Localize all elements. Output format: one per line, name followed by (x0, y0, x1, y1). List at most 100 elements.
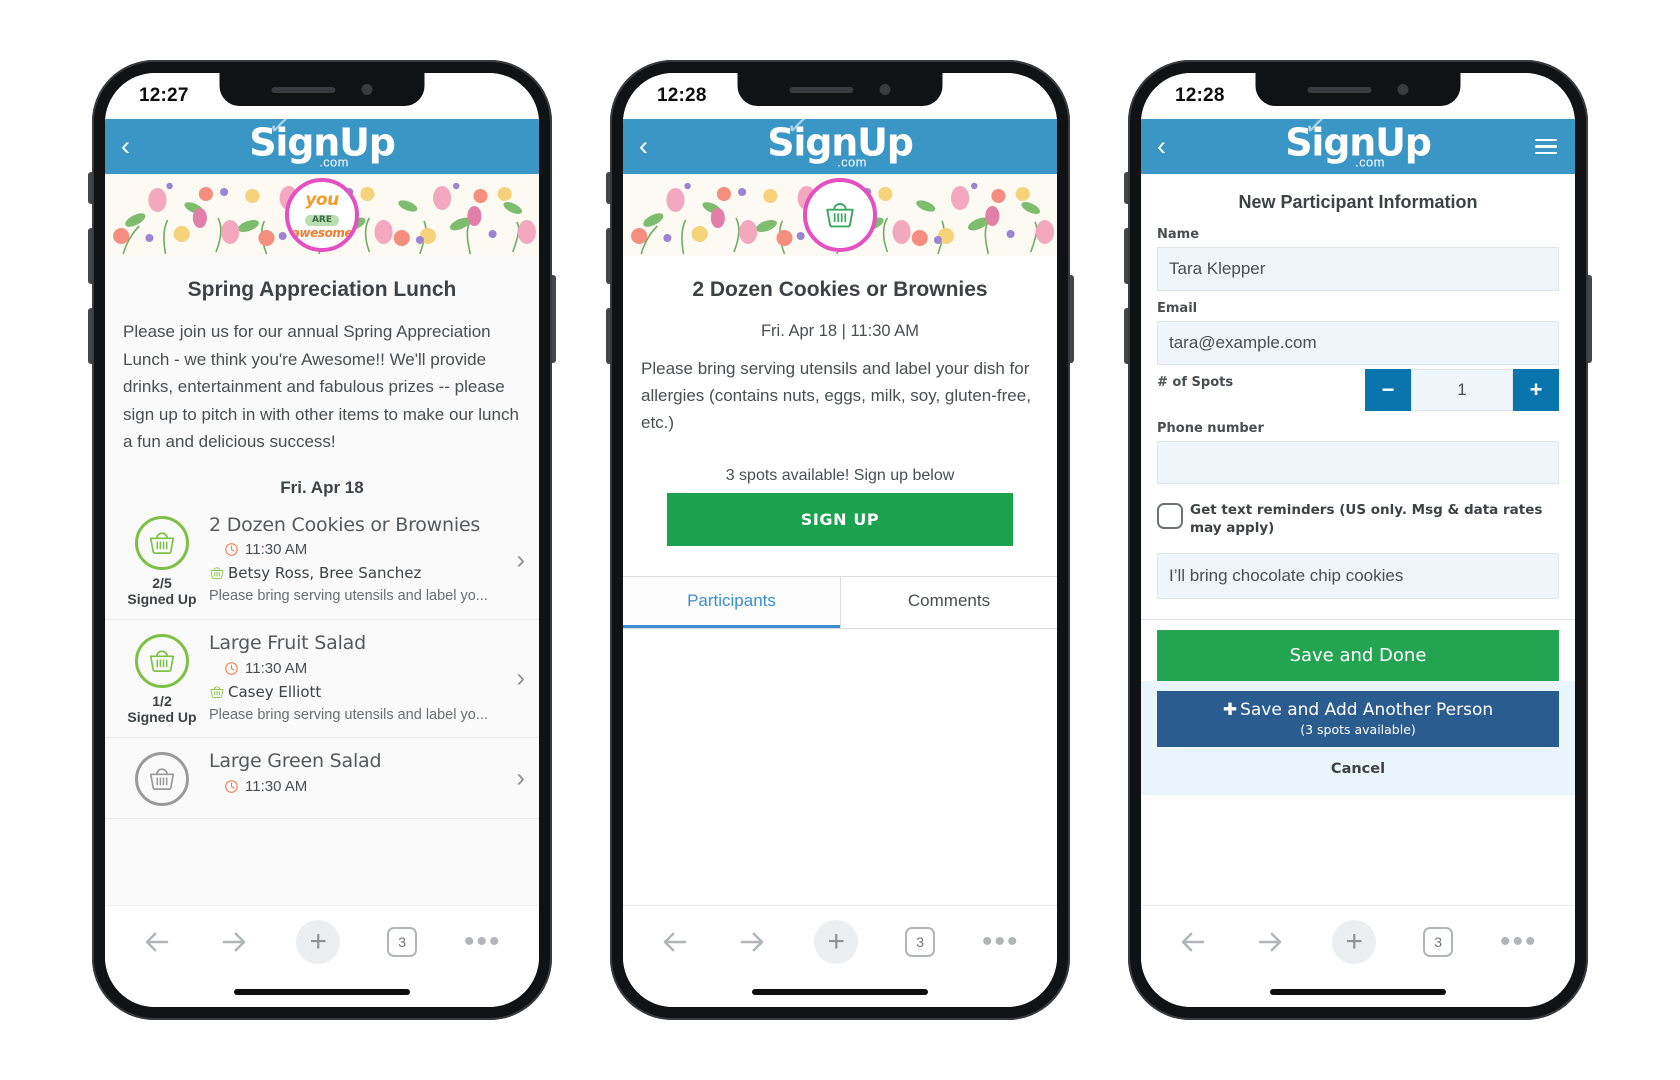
browser-back-button[interactable] (1178, 927, 1208, 957)
phone-label: Phone number (1157, 421, 1264, 436)
back-button[interactable]: ‹ (1157, 133, 1166, 160)
list-item[interactable]: 2/5 Signed Up 2 Dozen Cookies or Brownie… (105, 502, 539, 620)
comment-field-group (1141, 537, 1575, 619)
chevron-right-icon[interactable]: › (516, 663, 525, 694)
comment-input[interactable] (1157, 553, 1559, 600)
phone-mute-switch (1124, 172, 1128, 204)
cancel-button[interactable]: Cancel (1157, 747, 1559, 781)
browser-forward-button[interactable] (737, 927, 767, 957)
three-phone-mockup: 12:27 ‹ ✓ SignUp .com you ARE awesome Sp… (0, 0, 1680, 1080)
badge-line-1: you (305, 189, 339, 210)
slot-count: 1/2 Signed Up (119, 693, 205, 725)
more-options-button[interactable]: ••• (1500, 926, 1538, 956)
floral-banner (623, 174, 1057, 256)
hamburger-menu-icon[interactable] (1535, 138, 1557, 155)
new-tab-button[interactable]: + (296, 919, 341, 964)
slot-count-label: Signed Up (127, 590, 197, 607)
slot-detail-description: Please bring serving utensils and label … (641, 359, 1031, 433)
browser-forward-button[interactable] (1255, 927, 1285, 957)
status-time: 12:28 (1175, 85, 1225, 106)
phone-mute-switch (606, 172, 610, 204)
slot-count-value: 1/2 (152, 692, 172, 709)
participants-pane (623, 628, 1057, 905)
more-options-button[interactable]: ••• (464, 926, 502, 956)
app-header: ‹ ✓ SignUp .com (1141, 110, 1575, 174)
phone-input[interactable] (1157, 441, 1559, 484)
basket-circle-empty (135, 752, 189, 807)
text-reminders-label: Get text reminders (US only. Msg & data … (1190, 502, 1543, 536)
new-tab-button[interactable]: + (814, 919, 859, 964)
basket-icon (147, 528, 177, 558)
tab-switcher-button[interactable]: 3 (387, 926, 418, 957)
slot-details: Large Fruit Salad 11:30 AM Casey Elliott… (205, 632, 529, 723)
save-and-done-button[interactable]: Save and Done (1157, 630, 1559, 682)
list-item[interactable]: Large Green Salad 11:30 AM › (105, 738, 539, 820)
name-input[interactable] (1157, 247, 1559, 291)
new-tab-button[interactable]: + (1332, 919, 1377, 964)
app-header: ‹ ✓ SignUp .com (623, 110, 1057, 174)
slot-time-value: 11:30 AM (245, 777, 308, 795)
browser-forward-button[interactable] (219, 927, 249, 957)
back-button[interactable]: ‹ (639, 133, 648, 160)
tab-comments[interactable]: Comments (840, 576, 1057, 628)
arrow-right-icon (219, 927, 249, 957)
back-button[interactable]: ‹ (121, 133, 130, 160)
home-indicator[interactable] (1270, 989, 1446, 995)
slot-title: 2 Dozen Cookies or Brownies (209, 513, 481, 536)
brand-wordmark: ✓ SignUp (767, 110, 914, 161)
save-and-add-another-button[interactable]: ✚ Save and Add Another Person (3 spots av… (1157, 691, 1559, 748)
arrow-left-icon (1178, 927, 1208, 957)
signup-logo: ✓ SignUp .com (249, 110, 396, 169)
list-item[interactable]: 1/2 Signed Up Large Fruit Salad 11:30 AM… (105, 620, 539, 739)
phone-2: 12:28 ‹ ✓ SignUp .com 2 Dozen Cookies or… (606, 60, 1074, 1020)
earpiece-speaker (1307, 86, 1372, 93)
slot-badge (803, 178, 877, 252)
app-header: ‹ ✓ SignUp .com (105, 110, 539, 174)
sign-up-button[interactable]: SIGN UP (667, 492, 1013, 546)
browser-toolbar: + 3 ••• (623, 905, 1057, 977)
browser-toolbar: + 3 ••• (1141, 905, 1575, 977)
slot-note: Please bring serving utensils and label … (209, 706, 488, 723)
badge-line-2: ARE (304, 214, 340, 226)
name-label: Name (1157, 227, 1200, 242)
phone-power-button (1588, 275, 1592, 363)
browser-back-button[interactable] (142, 927, 172, 957)
primary-actions: Save and Done (1141, 619, 1575, 682)
arrow-right-icon (737, 927, 767, 957)
event-title: Spring Appreciation Lunch (187, 278, 457, 301)
form-heading: New Participant Information (1238, 192, 1478, 212)
tab-switcher-button[interactable]: 3 (1423, 926, 1454, 957)
slot-title: Large Fruit Salad (209, 631, 366, 654)
text-reminders-checkbox[interactable] (1157, 503, 1183, 529)
home-indicator-bar (105, 977, 539, 1007)
status-time: 12:27 (139, 85, 189, 106)
slot-status: 1/2 Signed Up (119, 632, 205, 725)
home-indicator[interactable] (752, 989, 928, 995)
phone-notch (219, 73, 425, 106)
phone-1-content: Spring Appreciation Lunch Please join us… (105, 256, 539, 905)
phone-power-button (552, 275, 556, 363)
arrow-left-icon (142, 927, 172, 957)
basket-small-icon (209, 684, 225, 700)
home-indicator[interactable] (234, 989, 410, 995)
browser-back-button[interactable] (660, 927, 690, 957)
arrow-left-icon (660, 927, 690, 957)
slot-time: 11:30 AM (209, 660, 529, 677)
slot-time-value: 11:30 AM (245, 659, 308, 677)
chevron-right-icon[interactable]: › (516, 763, 525, 794)
email-input[interactable] (1157, 321, 1559, 365)
phone-notch (737, 73, 943, 106)
browser-toolbar: + 3 ••• (105, 905, 539, 977)
increase-spots-button[interactable]: + (1513, 369, 1559, 411)
more-options-button[interactable]: ••• (982, 926, 1020, 956)
decrease-spots-button[interactable]: − (1365, 369, 1411, 411)
spots-value[interactable]: 1 (1411, 369, 1513, 411)
tab-switcher-button[interactable]: 3 (905, 926, 936, 957)
tab-participants[interactable]: Participants (623, 576, 840, 628)
brand-wordmark: ✓ SignUp (1285, 110, 1432, 161)
text-reminders-row: Get text reminders (US only. Msg & data … (1141, 494, 1575, 537)
slot-status (119, 750, 205, 807)
front-camera (879, 84, 891, 95)
save-add-main-label: ✚ Save and Add Another Person (1222, 700, 1494, 721)
chevron-right-icon[interactable]: › (516, 545, 525, 576)
